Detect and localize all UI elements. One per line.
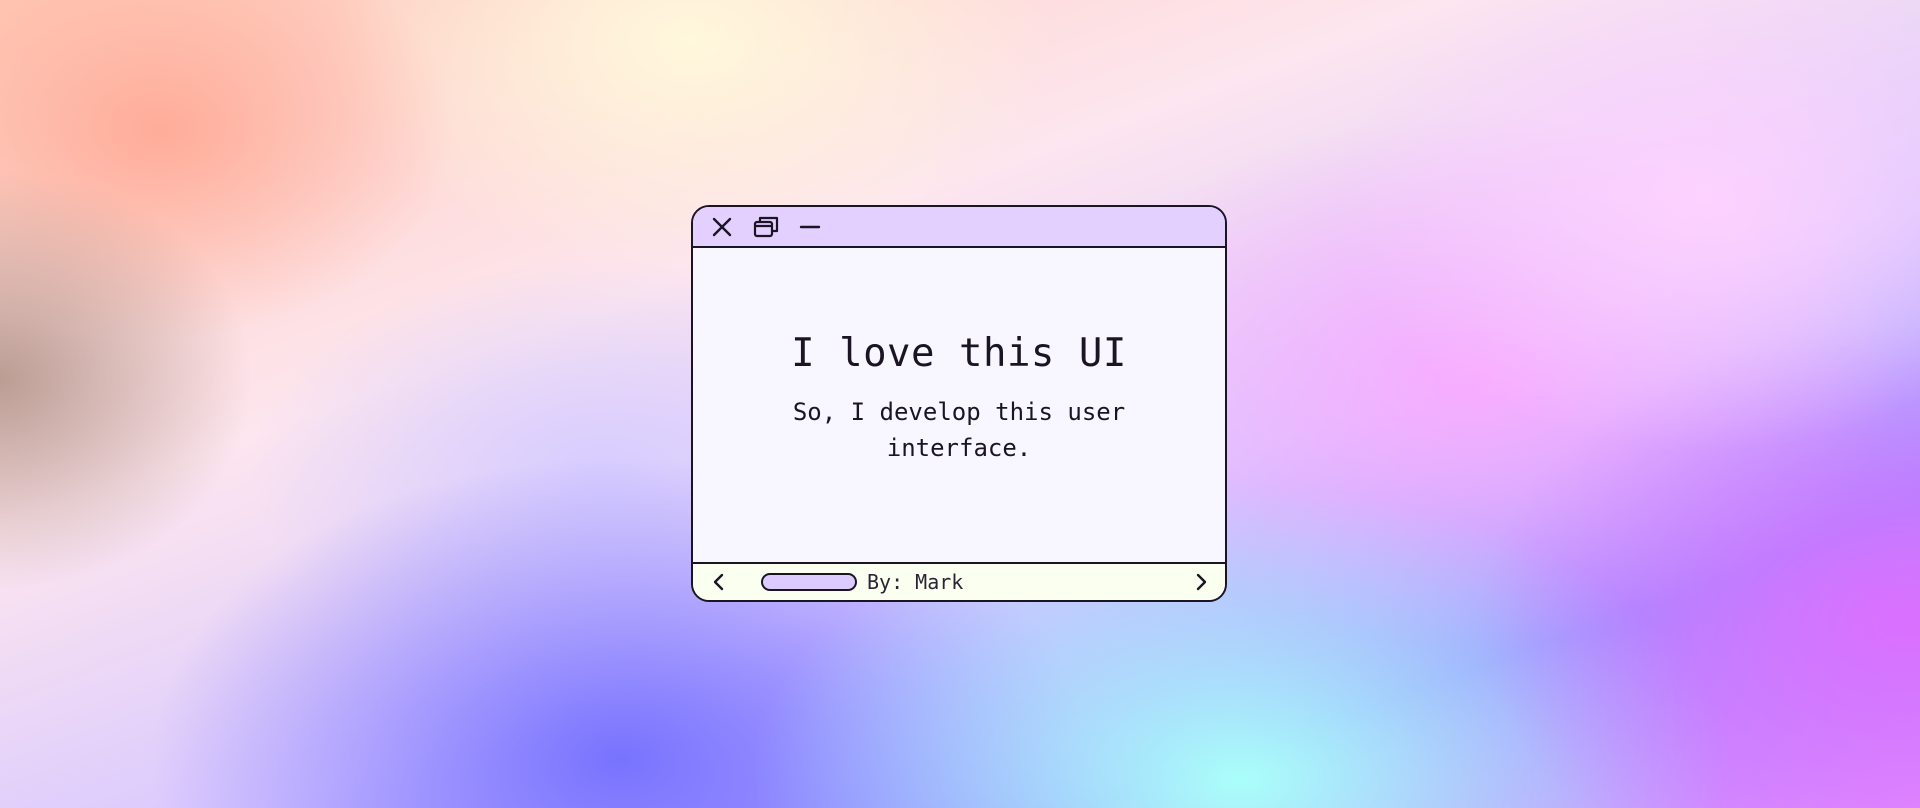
prev-button[interactable] [707, 570, 731, 594]
chevron-left-icon [713, 573, 724, 591]
close-button[interactable] [707, 212, 737, 242]
window-content: I love this UI So, I develop this user i… [693, 248, 1225, 562]
author-label: By: Mark [867, 570, 964, 594]
chevron-right-icon [1196, 573, 1207, 591]
app-window: I love this UI So, I develop this user i… [691, 205, 1227, 602]
title-bar [693, 207, 1225, 248]
footer-bar: By: Mark [693, 562, 1225, 600]
restore-button[interactable] [751, 212, 781, 242]
minimize-button[interactable] [795, 212, 825, 242]
close-icon [712, 217, 732, 236]
headline: I love this UI [791, 330, 1127, 376]
restore-icon [753, 216, 779, 237]
subtext: So, I develop this user interface. [792, 397, 1126, 462]
next-button[interactable] [1189, 570, 1213, 594]
minimize-icon [799, 225, 821, 228]
progress-pill [761, 573, 857, 591]
